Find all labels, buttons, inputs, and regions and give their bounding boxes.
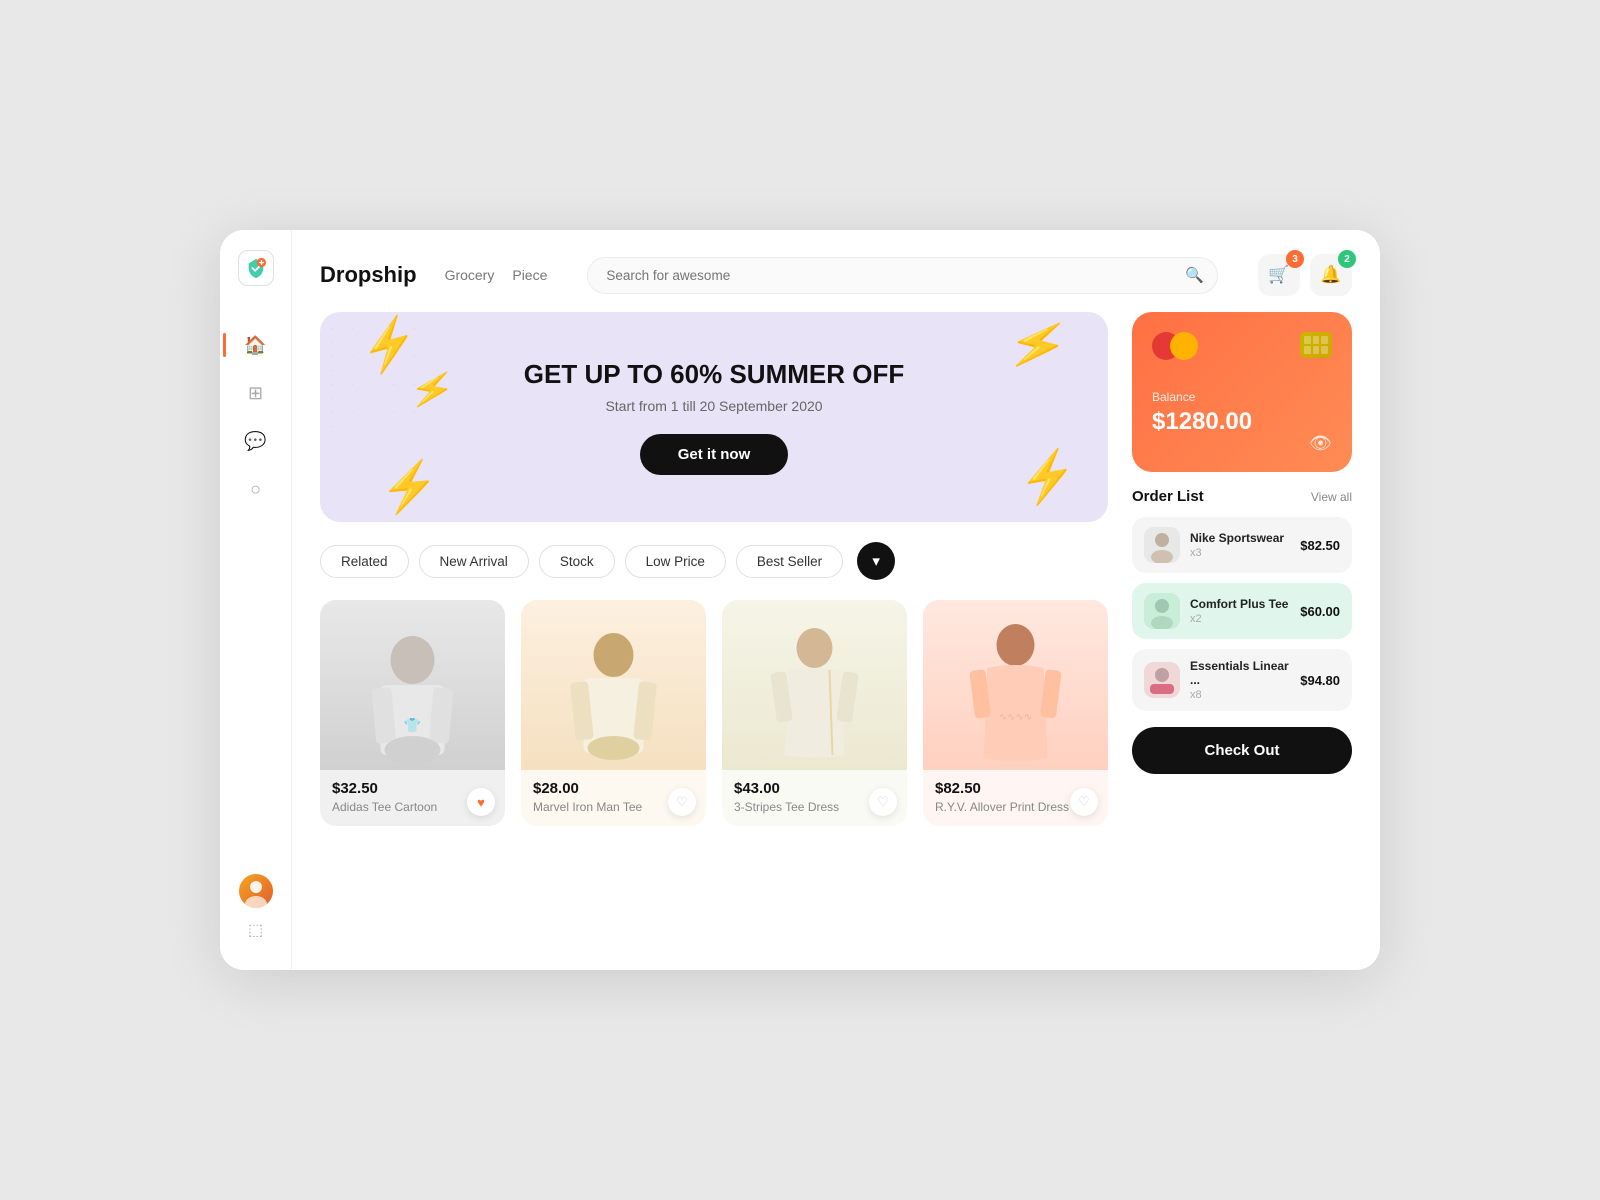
filter-low-price[interactable]: Low Price	[625, 545, 726, 578]
sidebar-item-home[interactable]: 🏠	[235, 324, 277, 366]
sidebar-item-circle[interactable]: ○	[235, 468, 277, 510]
wallet-label: Balance	[1152, 390, 1332, 404]
banner-title: GET UP TO 60% SUMMER OFF	[524, 359, 904, 390]
search-bar: 🔍	[587, 257, 1218, 294]
grid-icon: ⊞	[248, 383, 263, 404]
products-grid: 👕 ♥ $32.50 Adidas Tee Cartoon	[320, 600, 1108, 826]
checkout-button[interactable]: Check Out	[1132, 727, 1352, 774]
promo-banner: · · · · · ·· · · · · ·· · · · · ·· · · ·…	[320, 312, 1108, 522]
lightning-5: ⚡	[1015, 449, 1082, 507]
left-panel: · · · · · ·· · · · · ·· · · · · ·· · · ·…	[320, 312, 1108, 950]
sidebar-bottom: ⬚	[239, 874, 273, 950]
chat-icon: 💬	[244, 431, 266, 452]
order-qty-3: x8	[1190, 689, 1290, 701]
product-image-2	[521, 600, 706, 770]
product-card-1[interactable]: 👕 ♥ $32.50 Adidas Tee Cartoon	[320, 600, 505, 826]
circle-icon: ○	[250, 479, 261, 500]
search-input[interactable]	[587, 257, 1218, 294]
order-avatar-3	[1144, 662, 1180, 698]
sidebar: 🏠 ⊞ 💬 ○ ⬚	[220, 230, 292, 970]
logo-button[interactable]	[238, 250, 274, 286]
wallet-card: Balance $1280.00 👁	[1132, 312, 1352, 472]
view-all-link[interactable]: View all	[1311, 490, 1352, 504]
order-name-3: Essentials Linear ...	[1190, 659, 1290, 687]
bell-badge: 2	[1338, 250, 1356, 268]
header-actions: 🛒 3 🔔 2	[1258, 254, 1352, 296]
order-item-1[interactable]: Nike Sportswear x3 $82.50	[1132, 517, 1352, 573]
order-list-title: Order List	[1132, 488, 1204, 505]
mastercard-icon	[1152, 332, 1198, 360]
svg-text:∿∿∿∿: ∿∿∿∿	[999, 712, 1033, 723]
wallet-top	[1152, 332, 1332, 360]
order-name-1: Nike Sportswear	[1190, 531, 1290, 545]
mc-circle-yellow	[1170, 332, 1198, 360]
chip-cell-5	[1313, 346, 1320, 354]
chip-cell-6	[1321, 346, 1328, 354]
notification-button[interactable]: 🔔 2	[1310, 254, 1352, 296]
filter-related[interactable]: Related	[320, 545, 409, 578]
nav-piece[interactable]: Piece	[512, 267, 547, 283]
cart-badge: 3	[1286, 250, 1304, 268]
main-content: Dropship Grocery Piece 🔍 🛒 3 🔔 2	[292, 230, 1380, 970]
wishlist-button-2[interactable]: ♡	[668, 788, 696, 816]
order-details-3: Essentials Linear ... x8	[1190, 659, 1290, 701]
order-qty-2: x2	[1190, 613, 1290, 625]
nav-links: Grocery Piece	[445, 267, 548, 283]
order-details-1: Nike Sportswear x3	[1190, 531, 1290, 559]
order-items: Nike Sportswear x3 $82.50	[1132, 517, 1352, 711]
chip-cell-3	[1321, 336, 1328, 344]
filter-more-button[interactable]: ▾	[857, 542, 895, 580]
wishlist-button-4[interactable]: ♡	[1070, 788, 1098, 816]
svg-text:👕: 👕	[404, 717, 421, 733]
filter-best-seller[interactable]: Best Seller	[736, 545, 843, 578]
user-avatar[interactable]	[239, 874, 273, 908]
home-icon: 🏠	[244, 335, 266, 356]
order-price-2: $60.00	[1300, 604, 1340, 619]
order-item-2[interactable]: Comfort Plus Tee x2 $60.00	[1132, 583, 1352, 639]
product-card-3[interactable]: ♡ $43.00 3-Stripes Tee Dress	[722, 600, 907, 826]
eye-icon[interactable]: 👁	[1309, 433, 1332, 454]
sidebar-nav: 🏠 ⊞ 💬 ○	[235, 324, 277, 866]
chip-cell-1	[1304, 336, 1311, 344]
brand-title: Dropship	[320, 262, 417, 288]
nav-grocery[interactable]: Grocery	[445, 267, 495, 283]
order-list-section: Order List View all	[1132, 488, 1352, 711]
content-area: · · · · · ·· · · · · ·· · · · · ·· · · ·…	[292, 312, 1380, 970]
banner-cta-button[interactable]: Get it now	[640, 434, 789, 475]
filter-stock[interactable]: Stock	[539, 545, 615, 578]
order-details-2: Comfort Plus Tee x2	[1190, 597, 1290, 625]
banner-subtitle: Start from 1 till 20 September 2020	[605, 398, 822, 414]
product-image-4: ∿∿∿∿	[923, 600, 1108, 770]
product-image-3	[722, 600, 907, 770]
wishlist-button-3[interactable]: ♡	[869, 788, 897, 816]
order-qty-1: x3	[1190, 547, 1290, 559]
sidebar-item-grid[interactable]: ⊞	[235, 372, 277, 414]
cart-button[interactable]: 🛒 3	[1258, 254, 1300, 296]
product-card-4[interactable]: ∿∿∿∿ ♡ $82.50 R.Y.V. Allover Print Dress	[923, 600, 1108, 826]
order-item-3[interactable]: Essentials Linear ... x8 $94.80	[1132, 649, 1352, 711]
chip-cell-2	[1313, 336, 1320, 344]
header: Dropship Grocery Piece 🔍 🛒 3 🔔 2	[292, 230, 1380, 312]
product-image-1: 👕	[320, 600, 505, 770]
order-price-1: $82.50	[1300, 538, 1340, 553]
wishlist-button-1[interactable]: ♥	[467, 788, 495, 816]
order-price-3: $94.80	[1300, 673, 1340, 688]
wallet-balance: $1280.00	[1152, 408, 1332, 436]
right-panel: Balance $1280.00 👁 Order List View all	[1132, 312, 1352, 950]
lightning-2: ⚡	[407, 368, 457, 411]
chip-cell-4	[1304, 346, 1311, 354]
lightning-4: ⚡	[1003, 315, 1073, 377]
chip-icon	[1300, 332, 1332, 358]
order-list-header: Order List View all	[1132, 488, 1352, 505]
filter-tabs: Related New Arrival Stock Low Price Best…	[320, 542, 1108, 580]
sidebar-item-messages[interactable]: 💬	[235, 420, 277, 462]
product-card-2[interactable]: ♡ $28.00 Marvel Iron Man Tee	[521, 600, 706, 826]
lightning-3: ⚡	[378, 461, 442, 514]
order-name-2: Comfort Plus Tee	[1190, 597, 1290, 611]
logout-icon[interactable]: ⬚	[248, 920, 263, 940]
search-button[interactable]: 🔍	[1185, 266, 1204, 284]
order-avatar-1	[1144, 527, 1180, 563]
filter-new-arrival[interactable]: New Arrival	[419, 545, 529, 578]
order-avatar-2	[1144, 593, 1180, 629]
